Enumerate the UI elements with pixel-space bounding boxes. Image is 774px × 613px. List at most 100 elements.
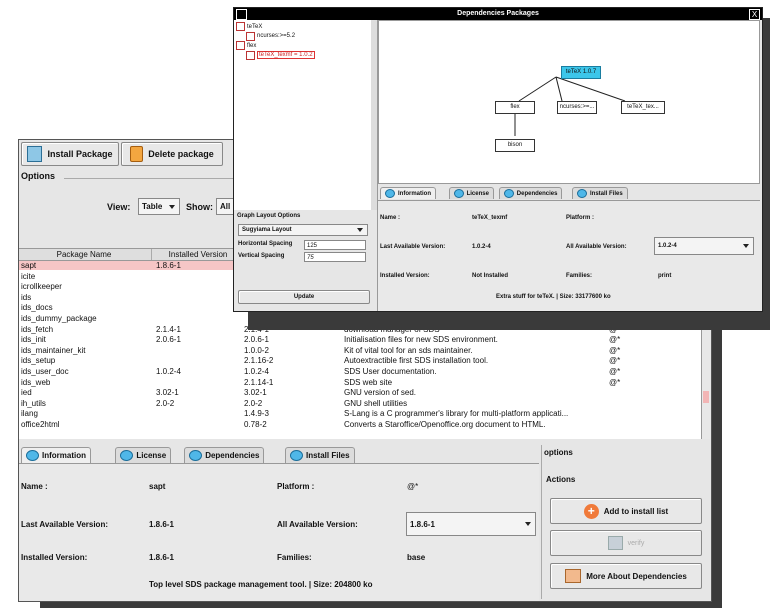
package-name-cell: ied	[21, 388, 32, 398]
tab-install-files[interactable]: Install Files	[285, 447, 355, 463]
deps-last-label: Last Available Version:	[380, 244, 446, 250]
dependency-graph-canvas: teTeX 1.0.7 flex ncurses:>=... teTeX_tex…	[378, 20, 760, 184]
verify-label: verify	[627, 539, 645, 547]
platform-cell: @*	[609, 345, 621, 355]
deps-families-value: print	[658, 273, 672, 279]
deps-last-value: 1.0.2-4	[472, 244, 491, 250]
vspacing-input[interactable]: 75	[304, 252, 366, 262]
tab-dependencies[interactable]: Dependencies	[184, 447, 265, 463]
package-summary: Top level SDS package management tool. |…	[149, 580, 373, 589]
tree-node[interactable]: teTeX	[236, 22, 262, 31]
installed-version-cell: 1.0.2-4	[156, 367, 181, 376]
hspacing-input[interactable]: 125	[304, 240, 366, 250]
chevron-down-icon	[525, 522, 531, 526]
more-about-dependencies-label: More About Dependencies	[586, 571, 687, 581]
description-cell: SDS web site	[344, 377, 393, 387]
tree-node[interactable]: ncurses:>=5.2	[246, 31, 295, 41]
more-about-dependencies-button[interactable]: More About Dependencies	[550, 563, 702, 589]
layout-algorithm-select[interactable]: Sugyiama Layout	[238, 224, 368, 236]
window-menu-icon[interactable]	[236, 9, 247, 20]
show-label: Show:	[186, 202, 213, 212]
header-package-name[interactable]: Package Name	[19, 249, 149, 260]
last-available-label: Last Available Version:	[21, 520, 108, 529]
close-icon[interactable]: X	[749, 9, 760, 20]
delete-package-button[interactable]: Delete package	[121, 142, 223, 166]
all-available-select[interactable]: 1.8.6-1	[406, 512, 536, 536]
deps-info-panel: Name : teTeX_texmf Platform : Last Avail…	[378, 200, 760, 311]
table-row[interactable]: ilang 1.4.9-3 S-Lang is a C programmer's l…	[19, 409, 701, 418]
graph-node-child[interactable]: ncurses:>=...	[557, 101, 597, 114]
tree-node[interactable]: teTeX_texmf = 1.0.2	[246, 50, 315, 60]
globe-icon	[290, 450, 303, 461]
description-cell: S-Lang is a C programmer's library for m…	[344, 409, 569, 419]
installed-version-label: Installed Version:	[21, 553, 88, 562]
package-name-cell: sapt	[21, 261, 37, 270]
tab-install-files[interactable]: Install Files	[572, 187, 628, 199]
description-cell: SDS User documentation.	[344, 367, 437, 376]
tree-node-label: teTeX_texmf = 1.0.2	[257, 51, 315, 59]
chevron-down-icon	[357, 228, 363, 232]
view-select[interactable]: Table	[138, 198, 180, 215]
package-name-cell: ids_maintainer_kit	[21, 345, 86, 355]
install-package-button[interactable]: Install Package	[21, 142, 119, 166]
package-name-cell: icrollkeeper	[21, 282, 62, 292]
tree-node[interactable]: flex	[236, 41, 256, 50]
update-button[interactable]: Update	[238, 290, 370, 304]
dependencies-window: Dependencies Packages X teTeX ncurses:>=5…	[233, 7, 763, 312]
vspacing-label: Vertical Spacing	[238, 253, 285, 259]
header-installed-version[interactable]: Installed Version	[151, 249, 244, 260]
table-row[interactable]: ids_maintainer_kit 1.0.0-2 Kit of vital to…	[19, 346, 701, 355]
add-to-install-list-button[interactable]: + Add to install list	[550, 498, 702, 524]
tab-license[interactable]: License	[448, 187, 494, 199]
tab-license[interactable]: License	[115, 447, 172, 463]
graph-node-child[interactable]: teTeX_tex...	[621, 101, 665, 114]
deps-all-select[interactable]: 1.0.2-4	[654, 237, 754, 255]
dependencies-title: Dependencies Packages	[457, 10, 539, 17]
graph-node-root[interactable]: teTeX 1.0.7	[561, 66, 601, 79]
install-package-label: Install Package	[47, 149, 113, 159]
table-row[interactable]: ids_web 2.1.14-1 SDS web site @*	[19, 378, 701, 387]
table-row[interactable]: office2html 0.78-2 Converts a Staroffice/O…	[19, 420, 701, 429]
table-row[interactable]: ids_init 2.0.6-1 2.0.6-1 Initialisation fil…	[19, 335, 701, 344]
version-cell: 1.0.0-2	[244, 345, 269, 355]
plus-icon: +	[583, 503, 599, 519]
installed-version-value: 1.8.6-1	[149, 553, 174, 562]
tab-label: License	[136, 451, 167, 460]
tab-information[interactable]: Information	[21, 447, 91, 463]
tab-dependencies[interactable]: Dependencies	[498, 187, 563, 199]
package-name-cell: office2html	[21, 420, 60, 429]
folder-icon	[236, 41, 245, 50]
deps-all-value: 1.0.2-4	[658, 243, 677, 249]
graph-layout-options: Graph Layout Options Sugyiama Layout Hor…	[234, 210, 378, 311]
deps-installed-label: Installed Version:	[380, 273, 430, 279]
version-cell: 1.4.9-3	[244, 409, 269, 419]
table-row[interactable]: ids_setup 2.1.16-2 Autoextractible first S…	[19, 356, 701, 365]
delete-package-label: Delete package	[148, 149, 214, 159]
name-label: Name :	[21, 482, 48, 491]
package-name-cell: ids_dummy_package	[21, 314, 97, 323]
all-available-value: 1.8.6-1	[410, 519, 435, 529]
table-row[interactable]: ids_user_doc 1.0.2-4 1.0.2-4 SDS User docum…	[19, 367, 701, 376]
tab-information[interactable]: Information	[380, 187, 436, 199]
tab-label: Information	[398, 190, 431, 197]
deps-families-label: Families:	[566, 273, 593, 279]
trash-icon	[130, 146, 144, 162]
installed-version-cell: 2.0-2	[156, 398, 175, 408]
graph-node-grandchild[interactable]: bison	[495, 139, 535, 152]
tree-scrollbar[interactable]	[371, 20, 378, 210]
platform-cell: @*	[609, 356, 621, 366]
main-info-panel: Name : sapt Platform : @* Last Available…	[19, 463, 539, 601]
graph-node-child[interactable]: flex	[495, 101, 535, 114]
deps-installed-value: Not Installed	[472, 273, 509, 279]
verify-button[interactable]: verify	[550, 530, 702, 556]
actions-title: Actions	[546, 475, 576, 484]
scrollbar-thumb[interactable]	[703, 391, 709, 403]
deps-info-tabs: Information License Dependencies Install Fi…	[380, 187, 758, 199]
installed-version-cell: 3.02-1	[156, 388, 179, 398]
globe-icon	[503, 189, 514, 198]
version-cell: 2.1.16-2	[244, 356, 274, 366]
folder-icon	[236, 22, 245, 31]
table-row[interactable]: ih_utils 2.0-2 2.0-2 GNU shell utilities	[19, 399, 701, 408]
deps-all-label: All Available Version:	[566, 244, 627, 250]
table-row[interactable]: ied 3.02-1 3.02-1 GNU version of sed.	[19, 388, 701, 397]
